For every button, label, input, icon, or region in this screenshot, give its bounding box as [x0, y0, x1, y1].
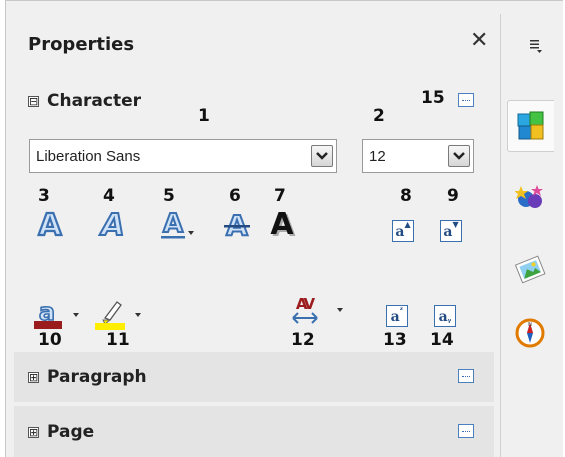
paragraph-section-header[interactable]: ⊞ Paragraph — [28, 367, 147, 387]
callout-11: 11 — [106, 330, 130, 350]
panel-title: Properties — [28, 34, 135, 55]
callout-14: 14 — [430, 330, 454, 350]
strikethrough-icon[interactable]: A — [219, 206, 255, 242]
spacing-dropdown-icon[interactable] — [337, 308, 343, 312]
expand-icon: ⊞ — [28, 370, 39, 384]
bold-icon[interactable]: A — [32, 206, 68, 242]
gallery-icon — [514, 255, 546, 284]
svg-text:N: N — [528, 322, 532, 328]
callout-3: 3 — [38, 186, 50, 206]
font-size-combobox[interactable]: 12 — [362, 139, 474, 173]
sidebar-menu-icon[interactable] — [530, 38, 542, 57]
shadow-icon[interactable]: AA — [264, 205, 300, 241]
svg-text:A: A — [270, 207, 294, 241]
callout-10: 10 — [38, 330, 62, 350]
subscript-icon[interactable]: aᵧ — [434, 305, 456, 327]
italic-icon[interactable]: A — [95, 206, 131, 242]
paragraph-more-options-button[interactable] — [458, 369, 474, 383]
decrease-font-size-icon[interactable]: a ▼ — [440, 219, 462, 242]
superscript-icon[interactable]: aᶻ — [386, 305, 408, 327]
callout-4: 4 — [103, 186, 115, 206]
expand-icon: ⊞ — [28, 425, 39, 439]
font-size-value: 12 — [369, 147, 386, 165]
sidebar-tabbar — [500, 14, 559, 457]
properties-tab[interactable] — [507, 100, 554, 152]
page-section-label: Page — [47, 422, 95, 442]
page-more-options-button[interactable] — [458, 424, 474, 438]
callout-1: 1 — [198, 106, 210, 126]
callout-6: 6 — [229, 186, 241, 206]
font-name-combobox[interactable]: Liberation Sans — [29, 139, 337, 173]
svg-text:A: A — [99, 208, 124, 241]
character-section-header[interactable]: ⊟ Character — [28, 91, 141, 111]
callout-15: 15 — [421, 88, 445, 108]
svg-text:A: A — [38, 208, 62, 241]
close-icon[interactable]: ✕ — [470, 30, 488, 52]
character-spacing-icon[interactable]: AV — [288, 292, 322, 330]
gallery-tab[interactable] — [507, 244, 553, 294]
callout-13: 13 — [383, 330, 407, 350]
font-color-icon[interactable]: a — [32, 296, 66, 330]
callout-7: 7 — [274, 186, 286, 206]
navigator-icon: N — [515, 318, 545, 348]
chevron-down-icon[interactable] — [311, 145, 333, 167]
styles-tab[interactable] — [507, 172, 553, 222]
underline-icon[interactable]: A — [155, 206, 191, 242]
underline-dropdown-icon[interactable] — [188, 231, 194, 235]
callout-12: 12 — [291, 330, 315, 350]
highlight-color-icon[interactable] — [93, 296, 129, 330]
properties-icon — [517, 111, 544, 140]
paragraph-section-label: Paragraph — [47, 367, 147, 387]
chevron-down-icon[interactable] — [448, 145, 470, 167]
character-more-options-button[interactable] — [458, 93, 474, 107]
callout-8: 8 — [400, 186, 412, 206]
svg-text:AV: AV — [296, 295, 316, 313]
styles-icon — [515, 185, 543, 208]
callout-2: 2 — [373, 106, 385, 126]
callout-5: 5 — [163, 186, 175, 206]
increase-font-size-icon[interactable]: a ▲ — [392, 219, 414, 242]
collapse-icon: ⊟ — [28, 94, 39, 108]
navigator-tab[interactable]: N — [507, 308, 553, 358]
callout-9: 9 — [447, 186, 459, 206]
character-section-label: Character — [47, 91, 142, 111]
font-name-value: Liberation Sans — [36, 147, 141, 165]
font-color-dropdown-icon[interactable] — [73, 313, 79, 317]
page-section-header[interactable]: ⊞ Page — [28, 422, 94, 442]
highlight-dropdown-icon[interactable] — [135, 313, 141, 317]
svg-text:A: A — [163, 209, 183, 239]
